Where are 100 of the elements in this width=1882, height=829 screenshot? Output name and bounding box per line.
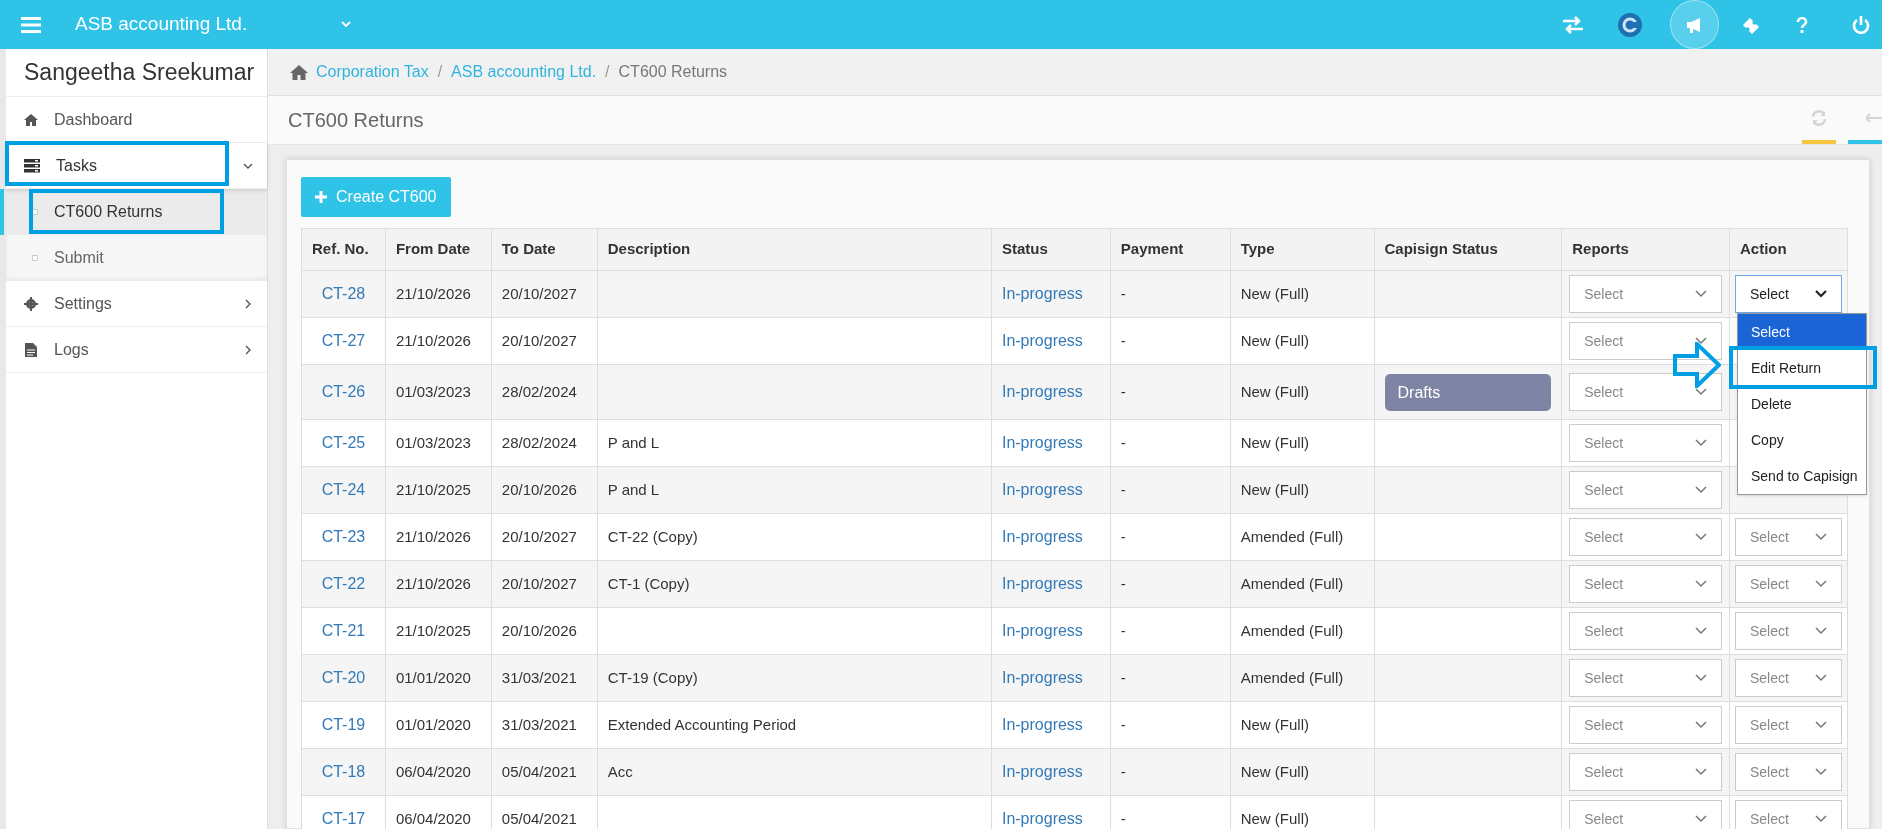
page-title: CT600 Returns: [288, 108, 424, 133]
table-cell: -: [1120, 762, 1126, 780]
status-badge: Drafts: [1384, 373, 1552, 411]
reports-select[interactable]: Select: [1569, 471, 1722, 509]
chevron-icon: [1815, 580, 1827, 588]
chevron-icon: [1815, 721, 1827, 729]
c-logo-icon[interactable]: [1617, 11, 1643, 38]
chevron-icon: [1695, 533, 1707, 541]
action-select[interactable]: Select: [1735, 565, 1842, 603]
breadcrumb-link[interactable]: ASB accounting Ltd.: [451, 60, 597, 84]
gear-icon: [24, 296, 38, 311]
dropdown-option[interactable]: Copy: [1738, 422, 1866, 458]
chevron-icon: [1695, 721, 1707, 729]
tasks-icon: [24, 158, 40, 173]
reference-link[interactable]: CT-22: [321, 575, 366, 592]
table-cell: New (Full): [1240, 382, 1310, 400]
chevron-icon: [1695, 815, 1707, 823]
home-icon[interactable]: [290, 64, 308, 80]
reference-link[interactable]: CT-21: [321, 622, 366, 639]
action-select[interactable]: Select: [1735, 800, 1842, 829]
breadcrumb-separator: /: [605, 62, 610, 82]
action-select[interactable]: Select: [1735, 612, 1842, 650]
action-select[interactable]: Select: [1735, 518, 1842, 556]
table-cell: CT-1 (Copy): [607, 574, 690, 592]
plus-icon: [315, 191, 327, 203]
table-cell: -: [1120, 527, 1126, 545]
reports-select[interactable]: Select: [1569, 373, 1722, 411]
tree-node-icon: [32, 255, 38, 261]
table-cell: New (Full): [1240, 480, 1310, 498]
table-cell: 06/04/2020: [395, 809, 471, 827]
reference-link[interactable]: CT-23: [321, 528, 366, 545]
chevron-icon: [1695, 337, 1707, 345]
refresh-icon: [1811, 110, 1827, 126]
reference-link[interactable]: CT-19: [321, 716, 366, 733]
reference-link[interactable]: CT-27: [321, 332, 366, 349]
reports-select[interactable]: Select: [1569, 565, 1722, 603]
table-cell: 20/10/2027: [501, 284, 577, 302]
table-cell: New (Full): [1240, 433, 1310, 451]
power-icon[interactable]: [1852, 15, 1870, 34]
table-cell: 28/02/2024: [501, 382, 577, 400]
reports-select[interactable]: Select: [1569, 706, 1722, 744]
column-header: Description: [597, 228, 992, 271]
document-icon: [24, 342, 38, 357]
column-header: Type: [1230, 228, 1374, 271]
reports-select[interactable]: Select: [1569, 322, 1722, 360]
breadcrumb-current: CT600 Returns: [618, 62, 728, 82]
chevron-icon: [1815, 533, 1827, 541]
dropdown-option[interactable]: Send to Capisign: [1738, 458, 1866, 494]
table-cell: New (Full): [1240, 809, 1310, 827]
reference-link[interactable]: CT-20: [321, 669, 366, 686]
reports-select[interactable]: Select: [1569, 753, 1722, 791]
chevron-icon: [1695, 388, 1707, 396]
swap-icon[interactable]: [1562, 15, 1584, 34]
table-cell: 28/02/2024: [501, 433, 577, 451]
reference-link[interactable]: CT-26: [321, 383, 366, 400]
table-cell: Acc: [607, 762, 633, 780]
reports-select[interactable]: Select: [1569, 659, 1722, 697]
menu-icon[interactable]: [21, 16, 41, 33]
table-cell: CT-19 (Copy): [607, 668, 698, 686]
arrow-icon: [1673, 342, 1721, 388]
chevron-icon: [1815, 290, 1827, 298]
chevron-icon: [1695, 674, 1707, 682]
action-select[interactable]: Select: [1735, 753, 1842, 791]
reference-link[interactable]: CT-25: [321, 434, 366, 451]
table-cell: 06/04/2020: [395, 762, 471, 780]
table-cell: New (Full): [1240, 284, 1310, 302]
table-cell: 21/10/2026: [395, 574, 471, 592]
reference-link[interactable]: CT-24: [321, 481, 366, 498]
reference-link[interactable]: CT-28: [321, 285, 366, 302]
reports-select[interactable]: Select: [1569, 612, 1722, 650]
tree-node-icon: [32, 209, 38, 215]
arrows-icon: [1866, 113, 1882, 123]
chevron-icon: [1695, 290, 1707, 298]
table-cell: 20/10/2027: [501, 574, 577, 592]
chevron-icon: [1695, 627, 1707, 635]
dropdown-option[interactable]: Edit Return: [1738, 350, 1866, 386]
reference-link[interactable]: CT-18: [321, 763, 366, 780]
table-cell: 05/04/2021: [501, 762, 577, 780]
column-header: Status: [991, 228, 1111, 271]
action-select[interactable]: Select: [1735, 659, 1842, 697]
announcement-button[interactable]: [1670, 0, 1719, 49]
chevron-icon: [1695, 768, 1707, 776]
reports-select[interactable]: Select: [1569, 275, 1722, 313]
column-header: To Date: [491, 228, 598, 271]
column-header: Ref. No.: [301, 228, 386, 271]
reports-select[interactable]: Select: [1569, 518, 1722, 556]
breadcrumb-link[interactable]: Corporation Tax: [316, 60, 429, 84]
table-cell: -: [1120, 331, 1126, 349]
chevron-icon: [1815, 627, 1827, 635]
chevron-icon: [1695, 439, 1707, 447]
help-icon[interactable]: [1796, 16, 1808, 33]
action-select[interactable]: Select: [1735, 706, 1842, 744]
table-cell: -: [1120, 809, 1126, 827]
reports-select[interactable]: Select: [1569, 424, 1722, 462]
table-cell: New (Full): [1240, 715, 1310, 733]
table-cell: 01/03/2023: [395, 433, 471, 451]
home-icon: [24, 112, 38, 127]
submenu-item[interactable]: Submit: [6, 235, 267, 281]
reports-select[interactable]: Select: [1569, 800, 1722, 829]
action-select[interactable]: Select: [1735, 275, 1842, 313]
